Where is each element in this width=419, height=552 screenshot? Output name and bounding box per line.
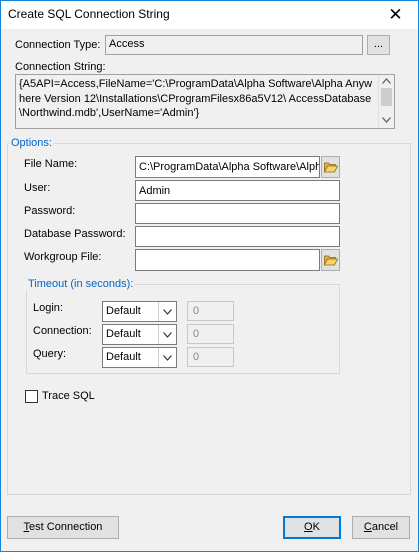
query-timeout-label: Query: <box>33 348 67 360</box>
database-password-field[interactable] <box>135 226 340 247</box>
connection-string-scrollbar[interactable] <box>378 75 394 128</box>
ok-button[interactable]: OK <box>283 516 341 539</box>
user-value: Admin <box>139 185 171 197</box>
scroll-down-icon[interactable] <box>382 117 391 123</box>
connection-type-browse-button[interactable]: ... <box>367 35 390 55</box>
close-icon[interactable]: ✕ <box>373 1 418 29</box>
login-timeout-label: Login: <box>33 302 63 314</box>
connection-string-box[interactable]: {A5API=Access,FileName='C:\ProgramData\A… <box>15 74 395 129</box>
title-bar[interactable]: Create SQL Connection String ✕ <box>1 1 418 29</box>
connection-type-label: Connection Type: <box>15 39 101 51</box>
test-connection-button[interactable]: Test Connection <box>7 516 119 539</box>
ok-mnemonic: O <box>304 521 313 533</box>
file-name-value: C:\ProgramData\Alpha Software\Alpha <box>139 161 320 173</box>
file-name-browse-button[interactable] <box>321 156 340 178</box>
login-timeout-mode: Default <box>106 305 141 317</box>
scroll-thumb[interactable] <box>381 88 392 106</box>
connection-timeout-mode: Default <box>106 328 141 340</box>
scroll-up-icon[interactable] <box>382 78 391 84</box>
trace-sql-label: Trace SQL <box>42 390 95 402</box>
login-timeout-value[interactable]: 0 <box>187 301 234 321</box>
file-name-field[interactable]: C:\ProgramData\Alpha Software\Alpha <box>135 156 320 178</box>
workgroup-file-field[interactable] <box>135 249 320 271</box>
window-title: Create SQL Connection String <box>8 7 170 21</box>
cancel-mnemonic: C <box>363 521 372 533</box>
file-name-label: File Name: <box>24 158 78 170</box>
connection-timeout-select[interactable]: Default <box>102 324 177 345</box>
folder-open-icon <box>324 255 338 266</box>
password-field[interactable] <box>135 203 340 224</box>
chevron-down-icon[interactable] <box>158 348 176 367</box>
query-timeout-value[interactable]: 0 <box>187 347 234 367</box>
workgroup-file-browse-button[interactable] <box>321 249 340 271</box>
options-title: Options: <box>9 137 54 149</box>
dialog-window: Create SQL Connection String ✕ Connectio… <box>0 0 419 552</box>
user-label: User: <box>24 182 51 194</box>
connection-timeout-value[interactable]: 0 <box>187 324 234 344</box>
trace-sql-checkbox[interactable] <box>25 390 38 403</box>
cancel-button[interactable]: Cancel <box>352 516 410 539</box>
connection-timeout-label: Connection: <box>33 325 92 337</box>
chevron-down-icon[interactable] <box>158 325 176 344</box>
folder-open-icon <box>324 162 338 173</box>
login-timeout-select[interactable]: Default <box>102 301 177 322</box>
user-field[interactable]: Admin <box>135 180 340 201</box>
connection-type-field: Access <box>105 35 363 55</box>
query-timeout-mode: Default <box>106 351 141 363</box>
connection-type-value: Access <box>109 38 145 50</box>
connection-string-label: Connection String: <box>15 61 106 73</box>
chevron-down-icon[interactable] <box>158 302 176 321</box>
password-label: Password: <box>24 205 76 217</box>
ok-label: K <box>312 521 320 533</box>
connection-string-value: {A5API=Access,FileName='C:\ProgramData\A… <box>19 78 373 119</box>
test-connection-label: est Connection <box>29 521 103 533</box>
timeout-title: Timeout (in seconds): <box>26 278 136 290</box>
query-timeout-select[interactable]: Default <box>102 347 177 368</box>
workgroup-file-label: Workgroup File: <box>24 251 102 263</box>
cancel-label: ancel <box>371 521 399 533</box>
database-password-label: Database Password: <box>24 228 126 240</box>
